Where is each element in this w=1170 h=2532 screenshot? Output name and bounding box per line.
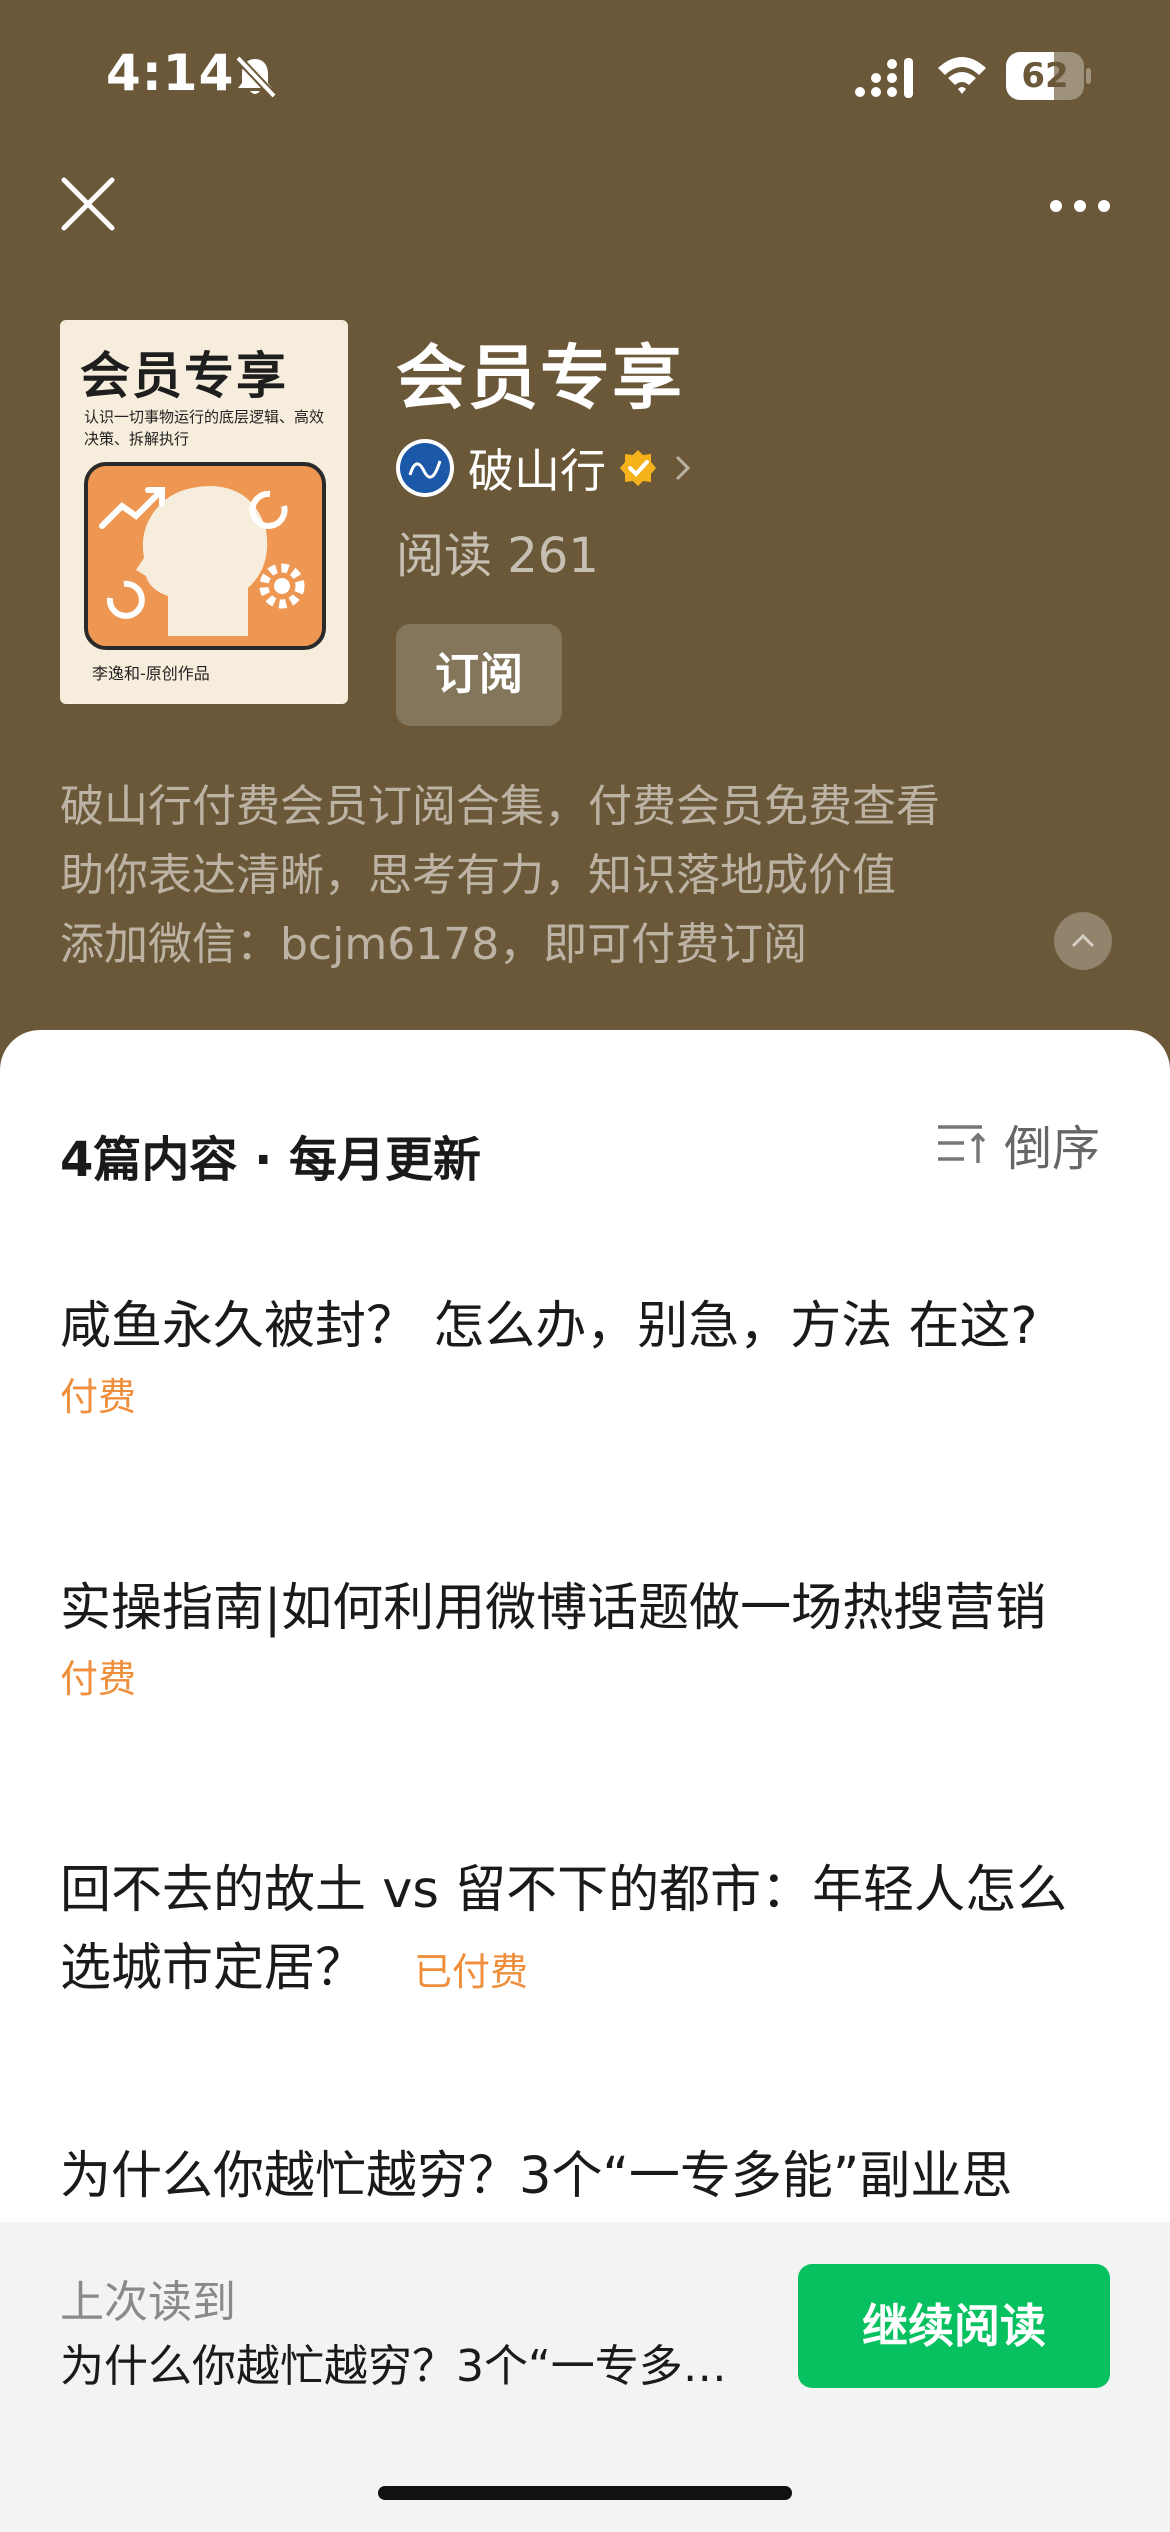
last-read-label: 上次读到 (60, 2277, 236, 2328)
sort-order-icon (938, 1125, 986, 1163)
article-title-continued: 选城市定居？ 已付费 (60, 1930, 1120, 2011)
article-title-line2: 选城市定居？ (60, 1939, 367, 1998)
description-line: 添加微信：bcjm6178，即可付费订阅 (60, 919, 808, 970)
article-item[interactable]: 实操指南|如何利用微博话题做一场热搜营销 付费 (60, 1570, 1120, 1703)
collection-title: 会员专享 (396, 337, 684, 419)
cellular-signal-icon (855, 58, 913, 98)
more-options-icon[interactable] (1040, 180, 1120, 230)
author-avatar (396, 439, 454, 497)
article-title: 实操指南|如何利用微博话题做一场热搜营销 (60, 1579, 1047, 1638)
close-icon[interactable] (56, 172, 120, 236)
article-item[interactable]: 咸鱼永久被封？ 怎么办，别急，方法 在这? 付费 (60, 1288, 1120, 1421)
collection-description: 破山行付费会员订阅合集，付费会员免费查看 助你表达清晰，思考有力，知识落地成价值… (60, 772, 1060, 979)
subscribe-button[interactable]: 订阅 (396, 624, 562, 726)
purchased-tag: 已付费 (414, 1950, 529, 1994)
article-count: 4篇内容 · 每月更新 (60, 1132, 482, 1188)
status-time: 4:14 (106, 44, 235, 102)
battery-indicator: 62 (1006, 52, 1091, 100)
collapse-chevron-up-icon[interactable] (1054, 912, 1112, 970)
author-logo-icon (408, 460, 442, 479)
verified-badge-icon (620, 450, 656, 486)
wifi-icon (938, 57, 986, 94)
cover-title: 会员专享 (80, 347, 288, 405)
last-read-title[interactable]: 为什么你越忙越穷？3个“一专多能”副业思 (60, 2330, 770, 2394)
article-title: 回不去的故土 vs 留不下的都市：年轻人怎么 (60, 1861, 1068, 1920)
author-name: 破山行 (468, 444, 606, 498)
chevron-right-icon (675, 455, 691, 481)
battery-level-text: 62 (1021, 56, 1069, 96)
sort-toggle[interactable]: 倒序 (934, 1114, 1100, 1177)
article-title: 咸鱼永久被封？ 怎么办，别急，方法 在这? (60, 1297, 1038, 1356)
cover-author: 李逸和-原创作品 (92, 664, 210, 683)
author-link[interactable]: 破山行 (396, 436, 694, 500)
cover-subtitle: 认识一切事物运行的底层逻辑、高效决策、拆解执行 (84, 408, 325, 448)
article-title: 为什么你越忙越穷？3个“一专多能”副业思 (60, 2147, 1013, 2206)
head-gears-icon (99, 486, 305, 636)
description-line: 破山行付费会员订阅合集，付费会员免费查看 (60, 781, 940, 832)
paid-tag: 付费 (60, 1375, 137, 1419)
head-illustration (84, 462, 326, 650)
article-item[interactable]: 回不去的故土 vs 留不下的都市：年轻人怎么 选城市定居？ 已付费 (60, 1852, 1120, 2011)
article-item[interactable]: 为什么你越忙越穷？3个“一专多能”副业思 (60, 2138, 1120, 2216)
home-indicator (378, 2486, 792, 2500)
description-line: 助你表达清晰，思考有力，知识落地成价值 (60, 850, 896, 901)
sort-label: 倒序 (1004, 1121, 1101, 1177)
paid-tag: 付费 (60, 1657, 137, 1701)
continue-reading-button[interactable]: 继续阅读 (798, 2264, 1110, 2388)
status-bar: 4:14 62 (0, 0, 1170, 150)
collection-cover: 会员专享 认识一切事物运行的底层逻辑、高效决策、拆解执行 李逸和-原创作品 (60, 320, 348, 704)
silent-bell-icon (235, 55, 277, 99)
read-count: 阅读 261 (396, 528, 599, 584)
